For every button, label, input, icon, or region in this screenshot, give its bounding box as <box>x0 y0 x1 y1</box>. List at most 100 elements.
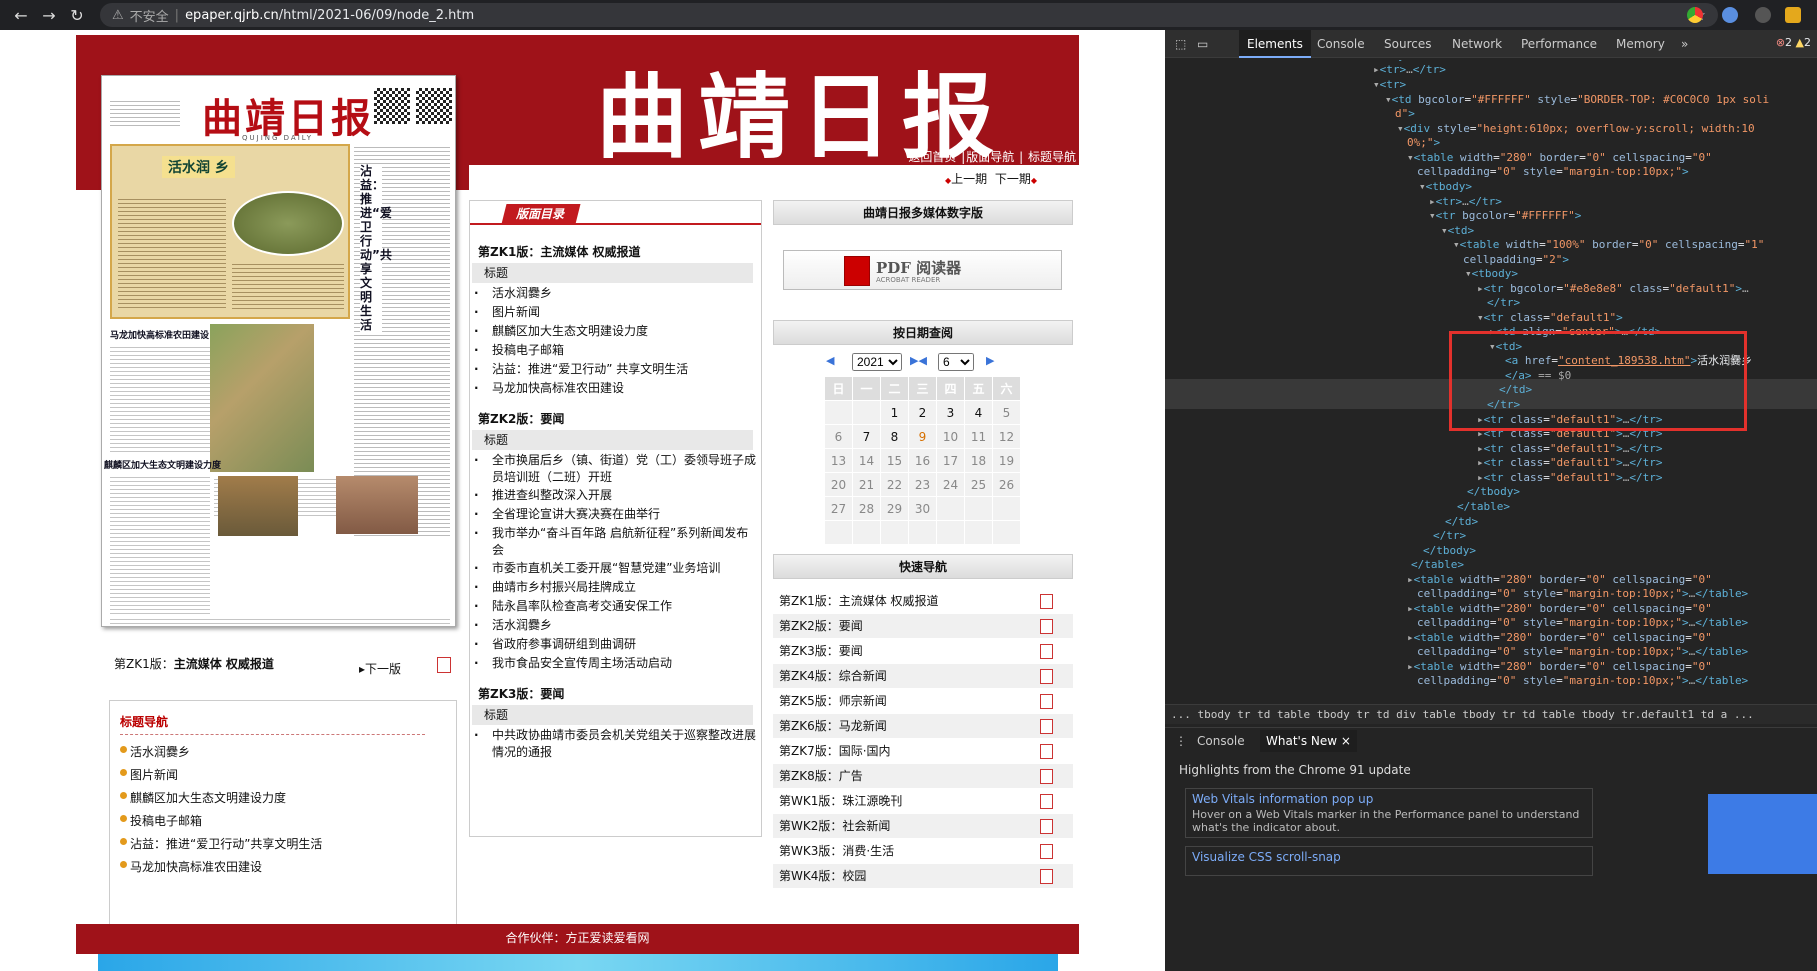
toc-item[interactable]: 图片新闻 <box>472 304 757 321</box>
thumbnail-lead-story[interactable]: 活水润 乡 <box>110 144 350 319</box>
calendar-day[interactable]: 3 <box>936 400 965 425</box>
dom-tree[interactable]: <tbody> ▸<tr>…</tr> ▾<tr> ▾<td bgcolor="… <box>1165 60 1817 700</box>
issue-counter[interactable]: ⊗2 ▲2 <box>1776 36 1811 49</box>
quick-nav-item[interactable]: 第ZK6版：马龙新闻 <box>773 714 1073 739</box>
toc-item[interactable]: 曲靖市乡村振兴局挂牌成立 <box>472 579 757 596</box>
toc-section[interactable]: 第ZK1版：主流媒体 权威报道 <box>478 243 641 260</box>
pdf-icon[interactable] <box>1040 794 1053 809</box>
toc-item[interactable]: 我市食品安全宣传周主场活动启动 <box>472 655 757 672</box>
prev-year-icon[interactable]: ◀ <box>826 354 834 367</box>
tab-memory[interactable]: Memory <box>1616 30 1665 58</box>
quick-nav-item[interactable]: 第ZK8版：广告 <box>773 764 1073 789</box>
year-select[interactable]: 2021 <box>852 353 902 371</box>
home-link[interactable]: 返回首页 <box>908 150 956 164</box>
pdf-icon[interactable] <box>1040 769 1053 784</box>
extension-icon[interactable] <box>1722 7 1738 23</box>
inspect-icon[interactable]: ⬚ <box>1175 30 1186 58</box>
partner-footer[interactable]: 合作伙伴：方正爱读爱看网 <box>76 924 1079 954</box>
extension-icon[interactable] <box>1755 7 1771 23</box>
pdf-icon[interactable] <box>1040 819 1053 834</box>
download-icon[interactable] <box>1785 7 1801 23</box>
title-nav-item[interactable]: 图片新闻 <box>120 766 446 789</box>
calendar-day-current[interactable]: 9 <box>908 424 937 449</box>
toc-item[interactable]: 市委市直机关工委开展“智慧党建”业务培训 <box>472 560 757 577</box>
quick-nav-item[interactable]: 第WK1版：珠江源晚刊 <box>773 789 1073 814</box>
toc-item[interactable]: 活水润爨乡 <box>472 617 757 634</box>
toc-item[interactable]: 我市举办“奋斗百年路 启航新征程”系列新闻发布会 <box>472 525 757 559</box>
pdf-icon[interactable] <box>1040 744 1053 759</box>
month-select[interactable]: 6 <box>938 353 974 371</box>
tab-performance[interactable]: Performance <box>1521 30 1597 58</box>
toc-item[interactable]: 中共政协曲靖市委员会机关党组关于巡察整改进展情况的通报 <box>472 727 757 761</box>
tab-sources[interactable]: Sources <box>1384 30 1431 58</box>
drawer-tab-console[interactable]: Console <box>1197 730 1245 752</box>
page-thumbnail[interactable]: 曲靖日报 QUJING DAILY 活水润 乡 沾益：推进“爱卫行动”共享文明生… <box>101 75 456 627</box>
thumbnail-headline[interactable]: 马龙加快高标准农田建设 <box>110 328 209 341</box>
thumbnail-headline[interactable]: 麒麟区加大生态文明建设力度 <box>104 458 221 471</box>
toc-item[interactable]: 省政府参事调研组到曲调研 <box>472 636 757 653</box>
dom-breadcrumbs[interactable]: ... tbody tr td table tbody tr td div ta… <box>1165 704 1817 724</box>
calendar-day[interactable]: 7 <box>852 424 881 449</box>
toc-item[interactable]: 全市换届后乡（镇、街道）党（工）委领导班子成员培训班（二班）开班 <box>472 452 757 486</box>
title-nav-item[interactable]: 投稿电子邮箱 <box>120 812 446 835</box>
quick-nav-item[interactable]: 第ZK4版：综合新闻 <box>773 664 1073 689</box>
drawer-tab-whats-new[interactable]: What's New × <box>1260 730 1357 752</box>
toc-item[interactable]: 活水润爨乡 <box>472 285 757 302</box>
next-page-link[interactable]: ▸下一版 <box>359 660 401 677</box>
quick-nav-item[interactable]: 第WK4版：校园 <box>773 864 1073 889</box>
pdf-icon[interactable] <box>437 657 451 673</box>
quick-nav-item[interactable]: 第WK3版：消费·生活 <box>773 839 1073 864</box>
title-nav-link[interactable]: 标题导航 <box>1028 150 1076 164</box>
toc-section[interactable]: 第ZK2版：要闻 <box>478 410 564 427</box>
title-nav-item[interactable]: 马龙加快高标准农田建设 <box>120 858 446 881</box>
more-tabs-icon[interactable]: » <box>1681 30 1688 58</box>
back-icon[interactable]: ← <box>8 6 34 25</box>
next-year-icon[interactable]: ▶◀ <box>910 354 927 367</box>
whats-new-card[interactable]: Visualize CSS scroll-snap <box>1185 846 1593 876</box>
pdf-icon[interactable] <box>1040 694 1053 709</box>
title-nav-item[interactable]: 沾益：推进“爱卫行动”共享文明生活 <box>120 835 446 858</box>
quick-nav-item[interactable]: 第ZK2版：要闻 <box>773 614 1073 639</box>
title-nav-item[interactable]: 麒麟区加大生态文明建设力度 <box>120 789 446 812</box>
whats-new-card[interactable]: Web Vitals information pop up Hover on a… <box>1185 788 1593 838</box>
toc-item[interactable]: 沾益：推进“爱卫行动” 共享文明生活 <box>472 361 757 378</box>
tab-console[interactable]: Console <box>1317 30 1365 58</box>
quick-nav-item[interactable]: 第ZK3版：要闻 <box>773 639 1073 664</box>
tab-elements[interactable]: Elements <box>1239 30 1311 58</box>
device-toggle-icon[interactable]: ▭ <box>1197 30 1208 58</box>
toc-section[interactable]: 第ZK3版：要闻 <box>478 685 564 702</box>
pdf-reader-button[interactable]: PDF 阅读器 ACROBAT READER <box>783 250 1062 290</box>
close-icon[interactable]: × <box>1341 734 1351 748</box>
pdf-icon[interactable] <box>1040 669 1053 684</box>
calendar-day[interactable]: 2 <box>908 400 937 425</box>
pdf-icon[interactable] <box>1040 594 1053 609</box>
calendar-day[interactable]: 4 <box>964 400 993 425</box>
tab-network[interactable]: Network <box>1452 30 1502 58</box>
reload-icon[interactable]: ↻ <box>64 6 90 25</box>
toc-item[interactable]: 全省理论宣讲大赛决赛在曲举行 <box>472 506 757 523</box>
pdf-icon[interactable] <box>1040 869 1053 884</box>
address-bar[interactable]: ⚠ 不安全 | epaper.qjrb.cn/html/2021-06/09/n… <box>100 3 1718 27</box>
forward-icon[interactable]: → <box>36 6 62 25</box>
quick-nav-item[interactable]: 第ZK5版：师宗新闻 <box>773 689 1073 714</box>
pdf-icon[interactable] <box>1040 644 1053 659</box>
title-nav-item[interactable]: 活水润爨乡 <box>120 743 446 766</box>
quick-nav-item[interactable]: 第ZK7版：国际·国内 <box>773 739 1073 764</box>
next-month-icon[interactable]: ▶ <box>986 354 994 367</box>
page-nav-link[interactable]: 版面导航 <box>966 150 1014 164</box>
toc-item[interactable]: 投稿电子邮箱 <box>472 342 757 359</box>
drawer-menu-icon[interactable]: ⋮ <box>1175 730 1187 752</box>
calendar-day[interactable]: 8 <box>880 424 909 449</box>
next-issue-link[interactable]: 下一期 <box>995 172 1031 186</box>
prev-issue-link[interactable]: 上一期 <box>951 172 987 186</box>
quick-nav-item[interactable]: 第WK2版：社会新闻 <box>773 814 1073 839</box>
pdf-icon[interactable] <box>1040 719 1053 734</box>
pdf-icon[interactable] <box>1040 844 1053 859</box>
toc-item[interactable]: 推进查纠整改深入开展 <box>472 487 757 504</box>
pdf-icon[interactable] <box>1040 619 1053 634</box>
calendar-day[interactable]: 1 <box>880 400 909 425</box>
toc-item[interactable]: 陆永昌率队检查高考交通安保工作 <box>472 598 757 615</box>
toc-item[interactable]: 麒麟区加大生态文明建设力度 <box>472 323 757 340</box>
toc-item[interactable]: 马龙加快高标准农田建设 <box>472 380 757 397</box>
extension-icon[interactable] <box>1687 7 1703 23</box>
